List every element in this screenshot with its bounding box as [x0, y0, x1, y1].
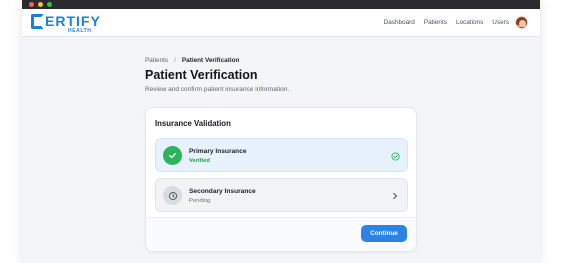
- secondary-insurance-status: Pending: [189, 198, 211, 204]
- chevron-right-icon: [390, 191, 400, 201]
- nav-link-users[interactable]: Users: [492, 18, 509, 28]
- secondary-insurance-row[interactable]: Secondary Insurance Pending: [155, 178, 408, 212]
- browser-window: ERTIFY HEALTH Dashboard Patients Locatio…: [22, 0, 540, 263]
- user-avatar[interactable]: [515, 16, 528, 29]
- breadcrumb-current: Patient Verification: [181, 57, 240, 64]
- primary-insurance-row[interactable]: Primary Insurance Verified: [155, 138, 408, 172]
- breadcrumb: Patients / Patient Verification: [145, 56, 239, 65]
- logo-subtext: HEALTH: [68, 28, 92, 34]
- continue-button[interactable]: Continue: [361, 225, 407, 242]
- check-circle-icon: [390, 151, 400, 161]
- page-subtitle: Review and confirm patient insurance inf…: [145, 86, 290, 93]
- insurance-validation-card: Insurance Validation Primary Insurance V…: [145, 107, 417, 252]
- secondary-insurance-label: Secondary Insurance: [189, 188, 256, 195]
- logo-c-mark: [31, 14, 44, 29]
- logo-wordmark: ERTIFY: [45, 13, 101, 29]
- breadcrumb-separator: /: [174, 57, 176, 64]
- nav-link-locations[interactable]: Locations: [456, 18, 483, 28]
- page-title: Patient Verification: [145, 68, 258, 82]
- primary-insurance-status: Verified: [189, 158, 210, 164]
- nav-link-patients[interactable]: Patients: [424, 18, 447, 28]
- certify-health-logo[interactable]: ERTIFY HEALTH: [31, 13, 101, 35]
- breadcrumb-patients[interactable]: Patients: [145, 56, 168, 65]
- card-title: Insurance Validation: [155, 119, 231, 128]
- close-window-dot[interactable]: [29, 2, 34, 7]
- nav-links: Dashboard Patients Locations Users: [375, 18, 509, 28]
- check-icon: [163, 146, 182, 165]
- primary-insurance-label: Primary Insurance: [189, 148, 247, 155]
- maximize-window-dot[interactable]: [47, 2, 52, 7]
- top-navbar: ERTIFY HEALTH Dashboard Patients Locatio…: [22, 9, 540, 37]
- card-footer: Continue: [146, 217, 416, 251]
- window-titlebar: [22, 0, 540, 9]
- minimize-window-dot[interactable]: [38, 2, 43, 7]
- nav-link-dashboard[interactable]: Dashboard: [384, 18, 415, 28]
- clock-icon: [163, 186, 182, 205]
